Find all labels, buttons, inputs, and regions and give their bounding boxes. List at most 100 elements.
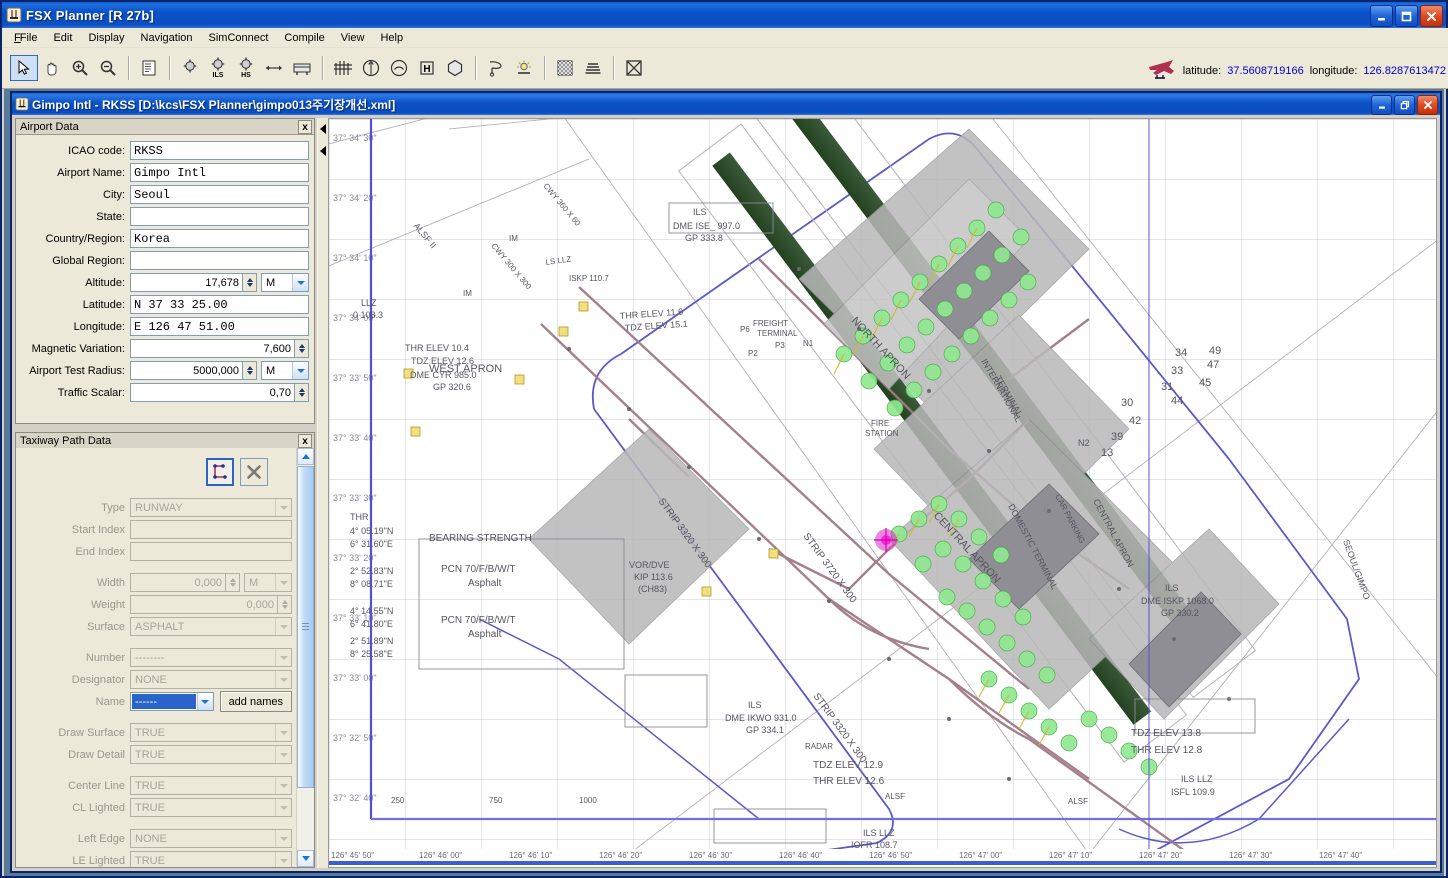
traffic-scalar-input[interactable]: 0,70 xyxy=(130,383,295,402)
cl-lighted-combo[interactable]: TRUE xyxy=(130,798,292,817)
document-restore-button[interactable] xyxy=(1394,95,1415,115)
start-index-input[interactable] xyxy=(130,520,292,539)
width-spinner[interactable] xyxy=(226,573,240,592)
add-names-button[interactable]: add names xyxy=(219,691,292,712)
menu-bar: FFile Edit Display Navigation SimConnect… xyxy=(2,28,1448,48)
type-combo[interactable]: RUNWAY xyxy=(130,498,292,517)
menu-compile-label: Compile xyxy=(284,31,325,44)
windsock-tool[interactable] xyxy=(482,55,510,81)
number-combo[interactable]: -------- xyxy=(130,648,292,667)
checker-grid-tool[interactable] xyxy=(551,55,579,81)
polygon-tool[interactable] xyxy=(441,55,469,81)
country-region-input[interactable]: Korea xyxy=(130,229,309,248)
icao-code-input[interactable]: RKSS xyxy=(130,141,309,160)
weight-input[interactable]: 0,000 xyxy=(130,595,278,614)
maximize-button[interactable] xyxy=(1395,5,1418,27)
number-value: -------- xyxy=(135,651,165,664)
svg-text:H: H xyxy=(423,64,430,75)
altitude-spinner[interactable] xyxy=(243,273,257,292)
apron-tool[interactable] xyxy=(288,55,316,81)
airport-data-close-button[interactable]: x xyxy=(298,120,312,134)
surface-combo[interactable]: ASPHALT xyxy=(130,617,292,636)
longitude-input[interactable]: E 126 47 51.00 xyxy=(130,317,309,336)
select-arrow-tool[interactable] xyxy=(10,55,38,81)
chevron-down-icon xyxy=(275,852,291,867)
document-window: Gimpo Intl - RKSS [D:\kcs\FSX Planner\gi… xyxy=(10,91,1442,873)
city-input[interactable]: Seoul xyxy=(130,185,309,204)
airport-test-radius-input[interactable]: 5000,000 xyxy=(130,361,243,380)
airport-chart-view[interactable]: 37° 34' 30" 37° 34' 20" 37° 34' 10" 37° … xyxy=(328,118,1437,868)
document-title-bar: Gimpo Intl - RKSS [D:\kcs\FSX Planner\gi… xyxy=(12,93,1440,115)
zoom-in-tool[interactable] xyxy=(66,55,94,81)
document-close-button[interactable] xyxy=(1417,95,1438,115)
airport-test-radius-spinner[interactable] xyxy=(243,361,257,380)
chevron-down-icon xyxy=(196,693,213,710)
airport-name-input[interactable]: Gimpo Intl xyxy=(130,163,309,182)
menu-navigation[interactable]: Navigation xyxy=(133,30,201,46)
compass-circle-tool[interactable] xyxy=(357,55,385,81)
left-edge-value: NONE xyxy=(135,832,167,845)
minimize-button[interactable] xyxy=(1370,5,1393,27)
helipad-h-tool[interactable]: H xyxy=(413,55,441,81)
magnetic-variation-spinner[interactable] xyxy=(295,339,309,358)
left-edge-combo[interactable]: NONE xyxy=(130,829,292,848)
close-button[interactable] xyxy=(1420,5,1443,27)
traffic-scalar-spinner[interactable] xyxy=(295,383,309,402)
panel-splitter[interactable] xyxy=(317,118,328,868)
list-view-tool[interactable] xyxy=(135,55,163,81)
magnetic-variation-input[interactable]: 7,600 xyxy=(130,339,295,358)
latitude-input[interactable]: N 37 33 25.00 xyxy=(130,295,309,314)
hs-tool[interactable]: HS xyxy=(232,55,260,81)
end-index-input[interactable] xyxy=(130,542,292,561)
menu-display[interactable]: Display xyxy=(80,30,132,46)
zoom-out-tool[interactable] xyxy=(94,55,122,81)
menu-help[interactable]: Help xyxy=(372,30,411,46)
fence-tool[interactable] xyxy=(329,55,357,81)
airport-chart-canvas[interactable]: 37° 34' 30" 37° 34' 20" 37° 34' 10" 37° … xyxy=(329,119,1436,849)
svg-text:ALSF: ALSF xyxy=(885,792,905,801)
draw-surface-combo[interactable]: TRUE xyxy=(130,723,292,742)
draw-detail-combo[interactable]: TRUE xyxy=(130,745,292,764)
menu-edit[interactable]: Edit xyxy=(45,30,80,46)
le-lighted-combo[interactable]: TRUE xyxy=(130,851,292,867)
splitter-collapse-arrow-icon[interactable] xyxy=(320,124,326,134)
width-unit-combo[interactable]: M xyxy=(244,573,292,592)
delete-path-button[interactable] xyxy=(240,458,268,486)
airport-test-radius-unit-combo[interactable]: M xyxy=(261,361,309,380)
splitter-expand-arrow-icon[interactable] xyxy=(320,146,326,156)
scroll-up-button[interactable] xyxy=(297,448,314,465)
menu-view[interactable]: View xyxy=(333,30,373,46)
altitude-input[interactable]: 17,678 xyxy=(130,273,243,292)
menu-simconnect[interactable]: SimConnect xyxy=(201,30,277,46)
beacon-light-tool[interactable] xyxy=(510,55,538,81)
name-combo[interactable]: ------ xyxy=(130,692,214,711)
svg-text:0 108.3: 0 108.3 xyxy=(353,310,383,320)
vor-tool[interactable] xyxy=(176,55,204,81)
altitude-unit-combo[interactable]: M xyxy=(261,273,309,292)
ils-tool[interactable]: ILS xyxy=(204,55,232,81)
menu-compile[interactable]: Compile xyxy=(276,30,332,46)
taxiway-close-button[interactable]: x xyxy=(298,434,312,448)
svg-text:THR ELEV 12.8: THR ELEV 12.8 xyxy=(1131,745,1203,756)
edit-path-button[interactable] xyxy=(206,458,234,486)
taxiway-vertical-scrollbar[interactable] xyxy=(296,448,314,867)
arrow-path-tool[interactable] xyxy=(260,55,288,81)
scrollbar-thumb[interactable] xyxy=(297,466,314,788)
scroll-down-button[interactable] xyxy=(297,850,314,867)
arc-circle-tool[interactable] xyxy=(385,55,413,81)
layers-stack-tool[interactable] xyxy=(579,55,607,81)
svg-text:DME ISKP 1068.0: DME ISKP 1068.0 xyxy=(1141,596,1214,606)
pan-hand-tool[interactable] xyxy=(38,55,66,81)
designator-combo[interactable]: NONE xyxy=(130,670,292,689)
weight-spinner[interactable] xyxy=(278,595,292,614)
menu-file[interactable]: FFile xyxy=(6,30,45,46)
boxed-x-tool[interactable] xyxy=(620,55,648,81)
global-region-input[interactable] xyxy=(130,251,309,270)
svg-text:1000: 1000 xyxy=(579,796,597,805)
document-minimize-button[interactable] xyxy=(1371,95,1392,115)
menu-view-label: View xyxy=(340,31,365,44)
width-input[interactable]: 0,000 xyxy=(130,573,226,592)
app-title: FSX Planner [R 27b] xyxy=(26,7,155,23)
center-line-combo[interactable]: TRUE xyxy=(130,776,292,795)
state-input[interactable] xyxy=(130,207,309,226)
